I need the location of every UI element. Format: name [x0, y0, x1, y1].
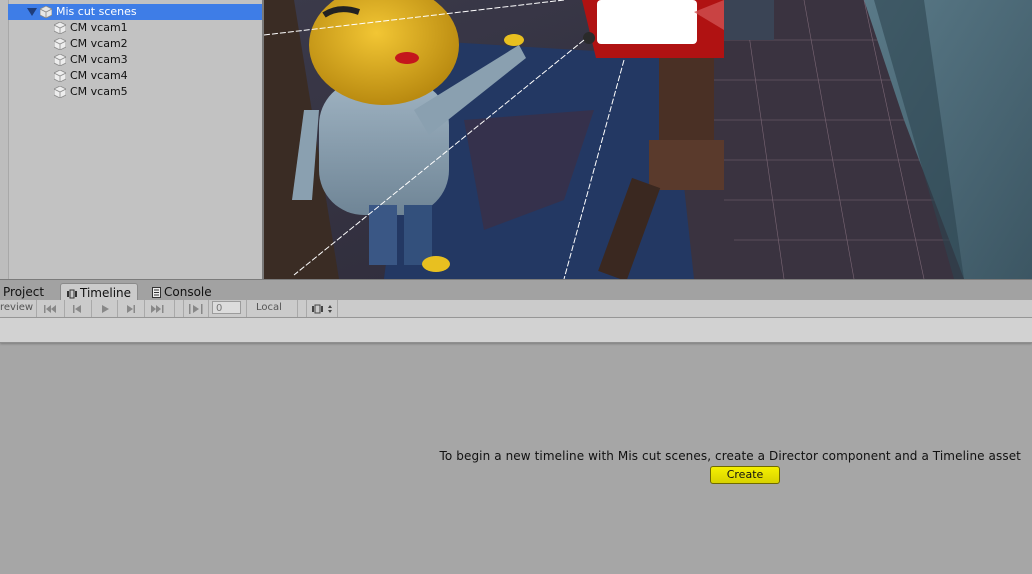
gameobject-cube-icon	[54, 86, 66, 98]
hierarchy-panel: Mis cut scenes CM vcam1 CM vcam2 CM vcam…	[0, 0, 262, 280]
hierarchy-item-label: CM vcam2	[70, 37, 128, 50]
hierarchy-item-label: CM vcam1	[70, 21, 128, 34]
expand-arrow-icon[interactable]	[27, 8, 37, 16]
hierarchy-item-mis-cut-scenes[interactable]: Mis cut scenes	[8, 4, 262, 20]
tab-label: Timeline	[80, 286, 132, 300]
hierarchy-item-label: CM vcam5	[70, 85, 128, 98]
play-range-icon[interactable]	[188, 302, 204, 316]
toolbar-separator	[144, 300, 145, 317]
tab-project[interactable]: Project	[0, 283, 50, 301]
hierarchy-item-label: Mis cut scenes	[56, 5, 137, 18]
tab-label: Project	[3, 285, 45, 299]
timeline-toolbar: review 0 Local	[0, 300, 1032, 318]
scene-render	[264, 0, 1032, 279]
hierarchy-item-label: CM vcam4	[70, 69, 128, 82]
toolbar-separator	[91, 300, 92, 317]
bottom-tab-bar: Project Timeline Console	[0, 279, 1032, 302]
gameobject-cube-icon	[54, 70, 66, 82]
toolbar-separator	[306, 300, 307, 317]
gameobject-cube-icon	[54, 22, 66, 34]
toolbar-separator	[337, 300, 338, 317]
hierarchy-item-cm-vcam5[interactable]: CM vcam5	[8, 84, 262, 100]
toolbar-separator	[297, 300, 298, 317]
scene-view[interactable]	[264, 0, 1032, 279]
empty-timeline-message: To begin a new timeline with Mis cut sce…	[439, 449, 1021, 463]
preview-button[interactable]: review	[0, 301, 34, 315]
next-frame-icon[interactable]	[125, 302, 137, 316]
timeline-dropdown-icon[interactable]	[311, 302, 337, 316]
previous-frame-icon[interactable]	[71, 302, 83, 316]
tab-console[interactable]: Console	[146, 283, 218, 301]
hierarchy-item-label: CM vcam3	[70, 53, 128, 66]
toolbar-separator	[117, 300, 118, 317]
toolbar-separator	[64, 300, 65, 317]
toolbar-separator	[246, 300, 247, 317]
hierarchy-item-cm-vcam1[interactable]: CM vcam1	[8, 20, 262, 36]
gameobject-cube-icon	[40, 6, 52, 18]
toolbar-separator	[183, 300, 184, 317]
console-icon	[152, 287, 161, 298]
create-timeline-button[interactable]: Create	[710, 466, 780, 484]
time-mode-button[interactable]: Local	[248, 301, 290, 315]
jump-to-start-icon[interactable]	[43, 302, 57, 316]
current-frame-field[interactable]: 0	[212, 301, 241, 314]
timeline-icon	[67, 289, 77, 298]
hierarchy-item-cm-vcam2[interactable]: CM vcam2	[8, 36, 262, 52]
hierarchy-item-cm-vcam4[interactable]: CM vcam4	[8, 68, 262, 84]
toolbar-separator	[174, 300, 175, 317]
timeline-header	[0, 318, 1032, 343]
play-icon[interactable]	[99, 302, 111, 316]
gameobject-cube-icon	[54, 54, 66, 66]
hierarchy-item-cm-vcam3[interactable]: CM vcam3	[8, 52, 262, 68]
tab-label: Console	[164, 285, 212, 299]
jump-to-end-icon[interactable]	[150, 302, 166, 316]
gameobject-cube-icon	[54, 38, 66, 50]
toolbar-separator	[208, 300, 209, 317]
toolbar-separator	[36, 300, 37, 317]
